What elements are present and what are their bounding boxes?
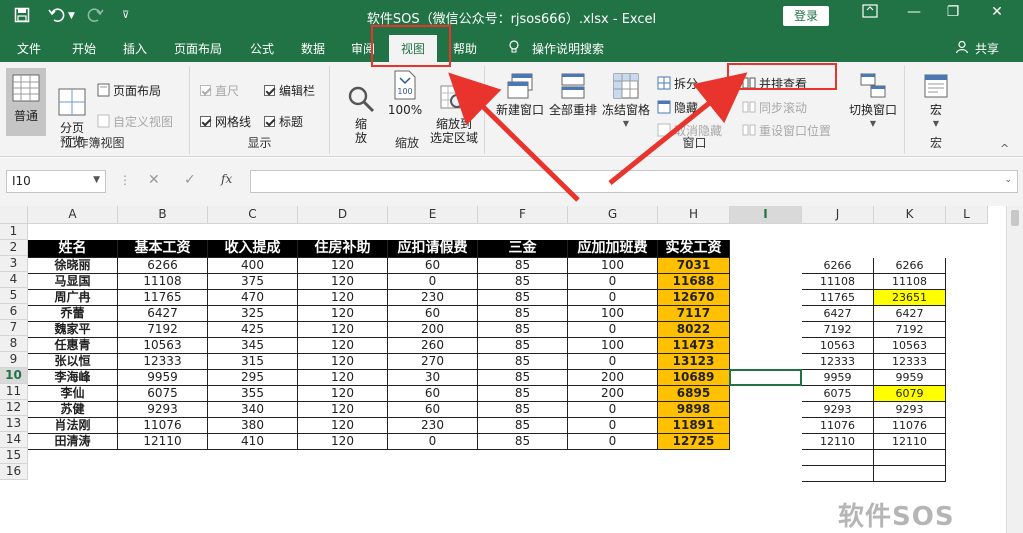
arrow-to-side-by-side [608, 72, 748, 185]
arrow-to-view-tab [448, 72, 580, 202]
annotation-arrows [448, 72, 748, 202]
watermark: 软件SOS [838, 502, 955, 532]
